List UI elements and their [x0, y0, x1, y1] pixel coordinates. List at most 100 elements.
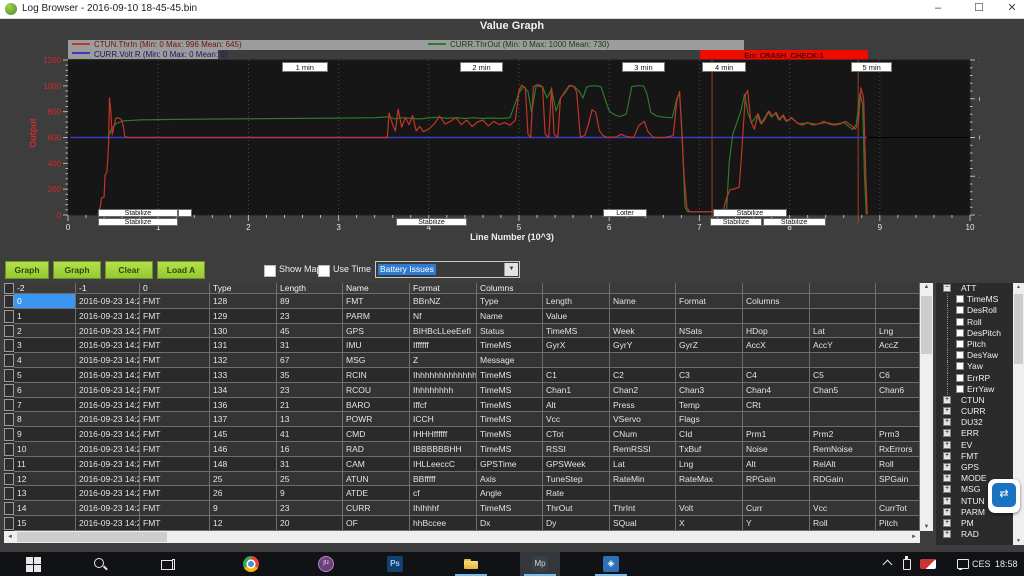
table-cell[interactable]: Format: [676, 294, 743, 309]
table-cell[interactable]: 8: [14, 412, 76, 427]
collapse-icon[interactable]: −: [943, 284, 951, 292]
field-checkbox-DesRoll[interactable]: [956, 306, 964, 314]
tree-node-DU32[interactable]: DU32: [961, 417, 983, 428]
table-cell[interactable]: 41: [277, 427, 343, 442]
tree-scroll-thumb[interactable]: [1014, 294, 1023, 364]
table-cell[interactable]: [810, 309, 876, 324]
field-checkbox-Roll[interactable]: [956, 318, 964, 326]
row-header[interactable]: [4, 310, 14, 323]
expand-icon[interactable]: +: [943, 485, 951, 493]
table-cell[interactable]: RPGain: [743, 472, 810, 487]
expand-icon[interactable]: +: [943, 418, 951, 426]
table-cell[interactable]: RSSI: [543, 442, 610, 457]
table-cell[interactable]: 9: [277, 486, 343, 501]
table-cell[interactable]: TimeMS: [477, 427, 543, 442]
table-cell[interactable]: Nf: [410, 309, 477, 324]
table-cell[interactable]: FMT: [140, 353, 210, 368]
taskbar-clock[interactable]: 18:58: [995, 552, 1018, 576]
scroll-up-icon[interactable]: ▲: [920, 284, 933, 290]
table-cell[interactable]: Dx: [477, 516, 543, 531]
column-header[interactable]: Length: [277, 283, 343, 294]
column-header[interactable]: [743, 283, 810, 294]
table-cell[interactable]: 23: [277, 309, 343, 324]
table-cell[interactable]: FMT: [140, 457, 210, 472]
table-cell[interactable]: RemRSSI: [610, 442, 676, 457]
table-cell[interactable]: FMT: [140, 516, 210, 531]
expand-icon[interactable]: +: [943, 429, 951, 437]
table-cell[interactable]: 7: [14, 398, 76, 413]
table-cell[interactable]: Iffcf: [410, 398, 477, 413]
table-cell[interactable]: 133: [210, 368, 277, 383]
table-cell[interactable]: NSats: [676, 324, 743, 339]
tree-node-RAD[interactable]: RAD: [961, 529, 979, 540]
table-cell[interactable]: Vcc: [810, 501, 876, 516]
row-header[interactable]: [4, 487, 14, 500]
table-cell[interactable]: RxErrors: [876, 442, 920, 457]
tree-field-DesRoll[interactable]: DesRoll: [967, 305, 997, 316]
value-graph-plot[interactable]: 0123456789100200400600800100012001,00,50…: [36, 55, 980, 233]
maximize-button[interactable]: ☐: [962, 0, 996, 18]
clear-graph-button[interactable]: Clear Graph: [105, 261, 153, 279]
tray-tray-app-icon[interactable]: [920, 559, 936, 569]
field-checkbox-Yaw[interactable]: [956, 362, 964, 370]
table-cell[interactable]: Chan4: [743, 383, 810, 398]
table-cell[interactable]: 136: [210, 398, 277, 413]
table-cell[interactable]: TimeMS: [477, 338, 543, 353]
graph-right-button[interactable]: Graph Right: [53, 261, 101, 279]
table-cell[interactable]: [810, 294, 876, 309]
row-header[interactable]: [4, 369, 14, 382]
table-cell[interactable]: [876, 309, 920, 324]
taskbar-button-photo-app[interactable]: Ps: [375, 552, 415, 576]
expand-icon[interactable]: +: [943, 441, 951, 449]
tree-field-TimeMS[interactable]: TimeMS: [967, 294, 998, 305]
table-cell[interactable]: RCOU: [343, 383, 410, 398]
table-cell[interactable]: ICCH: [410, 412, 477, 427]
table-cell[interactable]: C6: [876, 368, 920, 383]
tree-node-ERR[interactable]: ERR: [961, 428, 979, 439]
table-cell[interactable]: X: [676, 516, 743, 531]
table-cell[interactable]: 10: [14, 442, 76, 457]
table-vscroll-thumb[interactable]: [921, 296, 932, 354]
table-horizontal-scrollbar[interactable]: ◄ ►: [4, 531, 920, 543]
tray-action-center-icon[interactable]: [955, 552, 971, 576]
taskbar-button-media-app[interactable]: ju: [306, 552, 346, 576]
tree-field-ErrRP[interactable]: ErrRP: [967, 373, 990, 384]
table-cell[interactable]: 128: [210, 294, 277, 309]
table-cell[interactable]: TimeMS: [543, 324, 610, 339]
table-cell[interactable]: 35: [277, 368, 343, 383]
table-cell[interactable]: GyrY: [610, 338, 676, 353]
table-cell[interactable]: FMT: [140, 486, 210, 501]
table-cell[interactable]: Temp: [676, 398, 743, 413]
table-hscroll-thumb[interactable]: [17, 532, 167, 542]
table-cell[interactable]: GyrX: [543, 338, 610, 353]
expand-icon[interactable]: +: [943, 530, 951, 538]
table-cell[interactable]: AccY: [810, 338, 876, 353]
table-cell[interactable]: FMT: [140, 398, 210, 413]
field-checkbox-DesPitch[interactable]: [956, 329, 964, 337]
table-cell[interactable]: Message: [477, 353, 543, 368]
table-cell[interactable]: Chan1: [543, 383, 610, 398]
table-cell[interactable]: Chan3: [676, 383, 743, 398]
table-cell[interactable]: Prm3: [876, 427, 920, 442]
column-header[interactable]: [876, 283, 920, 294]
table-cell[interactable]: 25: [277, 472, 343, 487]
table-cell[interactable]: IhIhhhf: [410, 501, 477, 516]
table-cell[interactable]: RCIN: [343, 368, 410, 383]
table-cell[interactable]: [876, 398, 920, 413]
tree-scroll-down-icon[interactable]: ▼: [1013, 538, 1024, 544]
table-cell[interactable]: SPGain: [876, 472, 920, 487]
taskbar-button-start[interactable]: [14, 552, 54, 576]
table-cell[interactable]: [876, 412, 920, 427]
table-cell[interactable]: TimeMS: [477, 442, 543, 457]
table-cell[interactable]: 2016-09-23 14:2...: [76, 412, 140, 427]
table-cell[interactable]: 2016-09-23 14:2...: [76, 427, 140, 442]
dropdown-arrow-icon[interactable]: ▼: [504, 263, 518, 276]
expand-icon[interactable]: +: [943, 519, 951, 527]
table-cell[interactable]: Volt: [676, 501, 743, 516]
column-header[interactable]: [810, 283, 876, 294]
table-cell[interactable]: 2: [14, 324, 76, 339]
table-cell[interactable]: Prm2: [810, 427, 876, 442]
close-button[interactable]: ✕: [995, 0, 1024, 18]
table-cell[interactable]: FMT: [140, 368, 210, 383]
graph-left-button[interactable]: Graph Left: [5, 261, 49, 279]
